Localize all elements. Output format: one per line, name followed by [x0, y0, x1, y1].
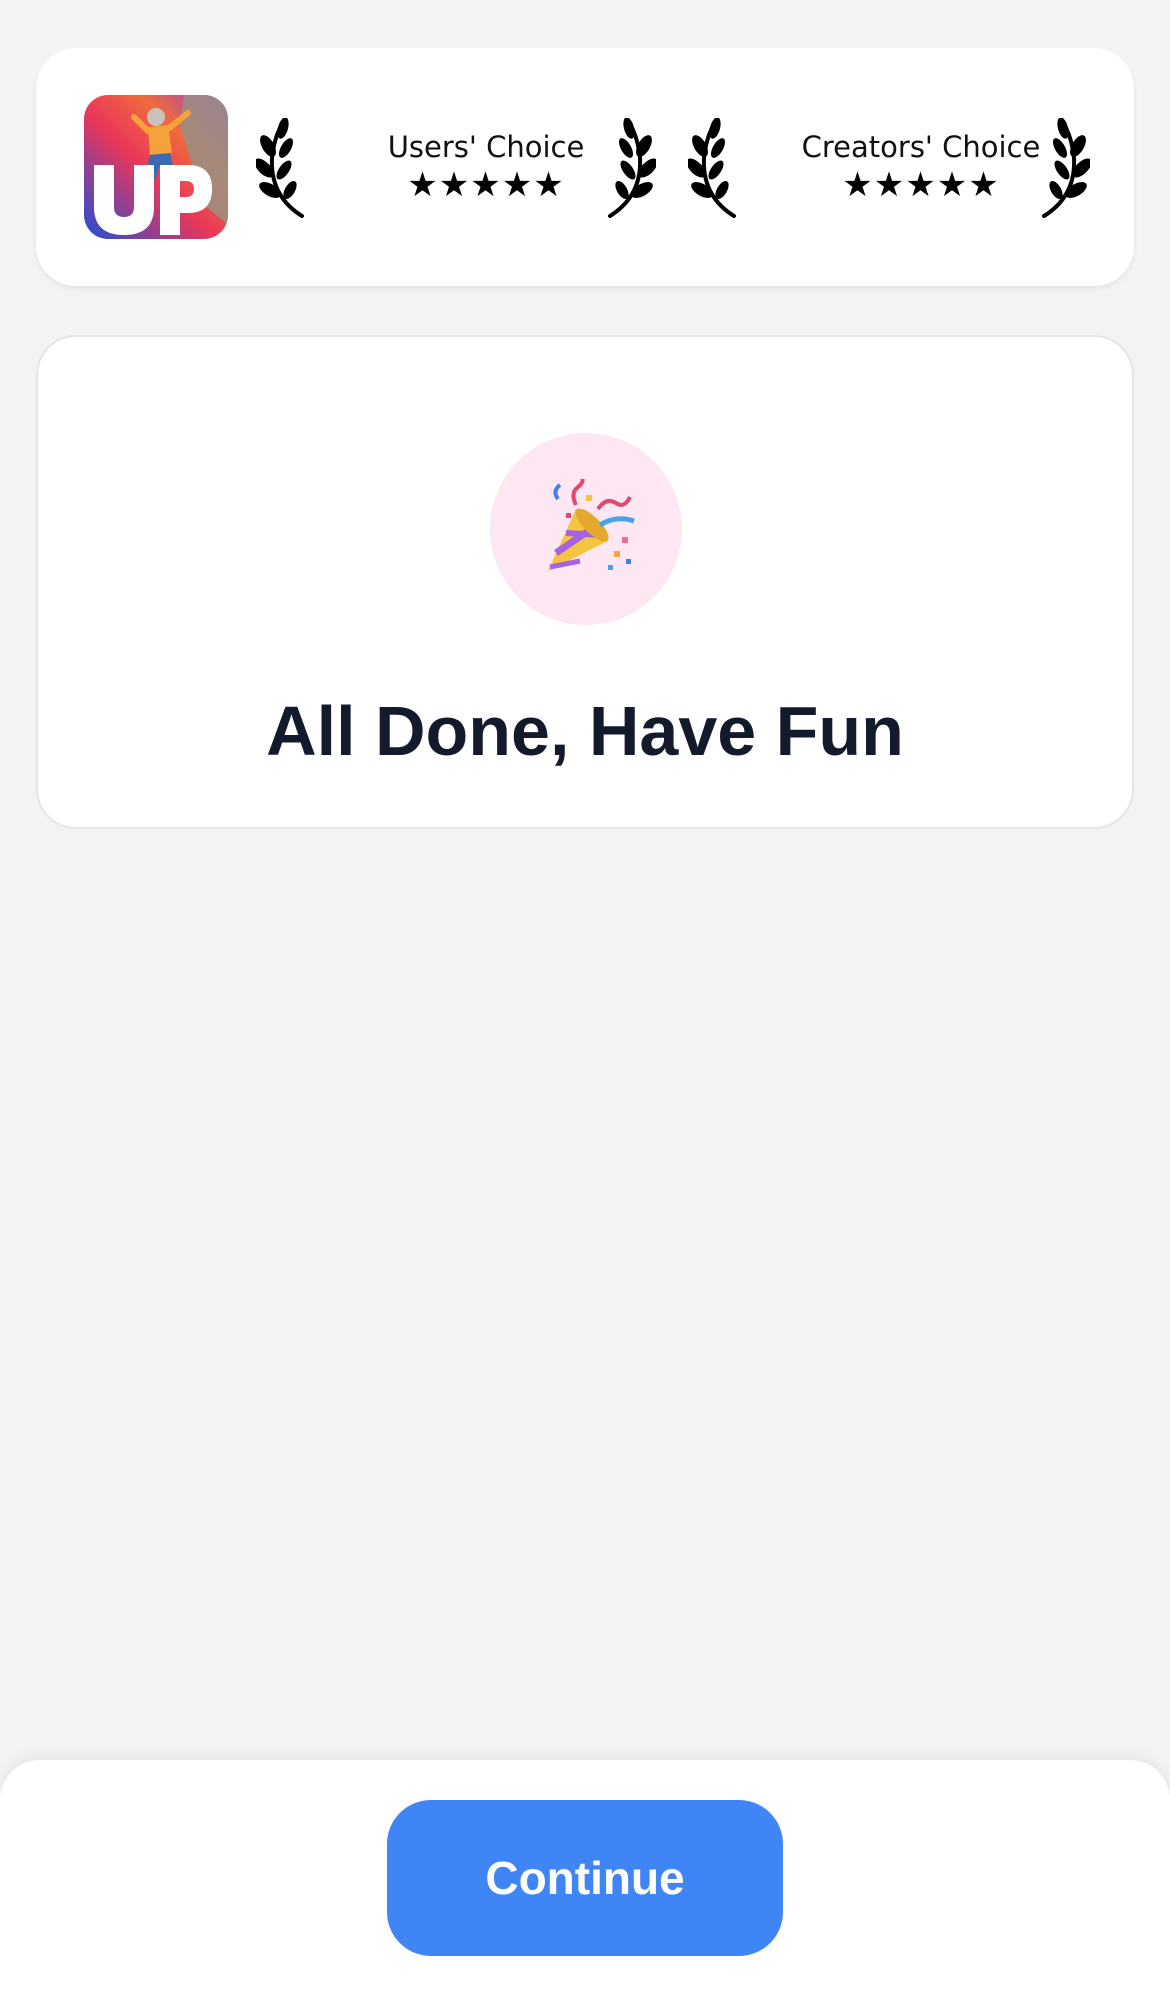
party-popper-icon — [490, 433, 682, 625]
completion-title: All Done, Have Fun — [266, 692, 904, 770]
award-title: Users' Choice — [387, 130, 585, 164]
bottom-action-bar: Continue — [0, 1760, 1170, 1992]
award-users-choice: Users' Choice ★★★★★ — [336, 130, 636, 204]
continue-button[interactable]: Continue — [387, 1800, 783, 1956]
star-rating: ★★★★★ — [407, 165, 565, 205]
awards-card: Users' Choice ★★★★★ Creators' Choice ★★★… — [36, 48, 1134, 286]
laurel-right-icon — [600, 118, 656, 218]
completion-card: All Done, Have Fun — [36, 335, 1134, 829]
laurel-right-icon — [1034, 118, 1090, 218]
laurel-left-icon — [256, 118, 312, 218]
laurel-left-icon — [688, 118, 744, 218]
up-app-logo-icon — [84, 95, 228, 239]
